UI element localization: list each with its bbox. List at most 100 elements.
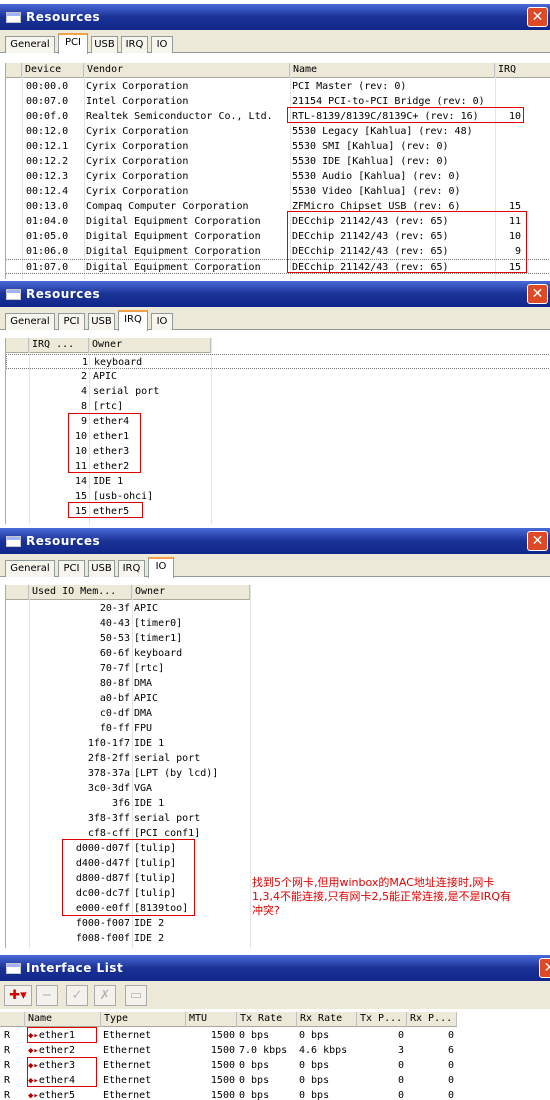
column-header-device[interactable]: Device [22,63,84,78]
table-row[interactable]: 50-53 [timer1] [6,631,550,646]
table-row[interactable]: d400-d47f [tulip] [6,856,550,871]
table-row[interactable]: 15 [usb-ohci] [6,489,550,504]
tab-pci[interactable]: PCI [58,33,88,54]
tab-io[interactable]: IO [151,313,173,330]
table-row[interactable]: f000-f007 IDE 2 [6,916,550,931]
table-row[interactable]: 4 serial port [6,384,550,399]
column-header-irq[interactable]: IRQ [495,63,550,78]
table-row[interactable]: 80-8f DMA [6,676,550,691]
table-row[interactable]: 00:12.1 Cyrix Corporation 5530 SMI [Kahlua… [6,139,550,154]
tab-irq[interactable]: IRQ [118,560,145,577]
table-row[interactable]: 14 IDE 1 [6,474,550,489]
table-row[interactable]: f008-f00f IDE 2 [6,931,550,946]
vendor-cell: Cyrix Corporation [86,81,189,92]
table-row[interactable]: R ◆▸ether5 Ethernet 1500 0 bps 0 bps 0 0 [0,1088,545,1100]
table-row[interactable]: 1 keyboard [6,354,550,369]
close-icon[interactable]: ✕ [539,958,550,978]
column-header-owner[interactable]: Owner [89,338,211,353]
tab-irq[interactable]: IRQ [121,36,148,53]
table-row[interactable]: R ◆▸ether3 Ethernet 1500 0 bps 0 bps 0 0 [0,1058,545,1073]
column-header-io-range[interactable]: Used IO Mem... [29,585,132,600]
table-row[interactable]: 11 ether2 [6,459,550,474]
io-window-titlebar[interactable]: Resources ✕ [0,528,550,554]
tab-general[interactable]: General [5,36,55,53]
table-row[interactable]: 70-7f [rtc] [6,661,550,676]
table-row[interactable]: 01:04.0 Digital Equipment Corporation DECc… [6,214,550,229]
add-icon[interactable]: ✚▾ [4,985,32,1006]
table-row[interactable]: 1f0-1f7 IDE 1 [6,736,550,751]
table-row[interactable]: R ◆▸ether4 Ethernet 1500 0 bps 0 bps 0 0 [0,1073,545,1088]
table-row[interactable]: 3f6 IDE 1 [6,796,550,811]
tab-usb[interactable]: USB [88,560,115,577]
column-header-tx-rate[interactable]: Tx Rate [237,1012,297,1027]
table-row[interactable]: 00:12.3 Cyrix Corporation 5530 Audio [Kahl… [6,169,550,184]
remove-icon[interactable]: − [36,985,58,1006]
irq-window-titlebar[interactable]: Resources ✕ [0,281,550,307]
tab-irq[interactable]: IRQ [118,310,148,331]
column-header-name[interactable]: Name [25,1012,101,1027]
table-row[interactable]: 3c0-3df VGA [6,781,550,796]
owner-cell: [timer0] [134,618,183,629]
close-icon[interactable]: ✕ [527,284,548,304]
table-row[interactable]: 00:00.0 Cyrix Corporation PCI Master (rev:… [6,79,550,94]
tab-usb[interactable]: USB [88,313,115,330]
column-header-mtu[interactable]: MTU [186,1012,237,1027]
table-row[interactable]: 01:05.0 Digital Equipment Corporation DECc… [6,229,550,244]
table-row[interactable]: 10 ether1 [6,429,550,444]
table-row[interactable]: 9 ether4 [6,414,550,429]
tab-general[interactable]: General [5,313,55,330]
table-row[interactable]: 10 ether3 [6,444,550,459]
tab-general[interactable]: General [5,560,55,577]
table-row[interactable]: 00:07.0 Intel Corporation 21154 PCI-to-PCI… [6,94,550,109]
name-cell: 5530 Audio [Kahlua] (rev: 0) [292,171,461,182]
table-row[interactable]: R ◆▸ether2 Ethernet 1500 7.0 kbps 4.6 kbps 3 6 [0,1043,545,1058]
comment-icon[interactable]: ▭ [125,985,147,1006]
column-header-type[interactable]: Type [101,1012,186,1027]
tab-usb[interactable]: USB [91,36,118,53]
owner-cell: serial port [93,386,160,397]
close-icon[interactable]: ✕ [527,7,548,27]
table-row[interactable]: 40-43 [timer0] [6,616,550,631]
table-row[interactable]: c0-df DMA [6,706,550,721]
table-row[interactable]: a0-bf APIC [6,691,550,706]
table-row[interactable]: 3f8-3ff serial port [6,811,550,826]
table-row[interactable]: 15 ether5 [6,504,550,519]
rx-rate-cell: 0 bps [299,1030,330,1041]
tab-pci[interactable]: PCI [58,560,85,577]
table-row[interactable]: 20-3f APIC [6,601,550,616]
column-header-tx-packets[interactable]: Tx P... [357,1012,407,1027]
tab-pci[interactable]: PCI [58,313,85,330]
interface-window-titlebar[interactable]: Interface List ✕ [0,955,550,981]
pci-window-titlebar[interactable]: Resources ✕ [0,4,550,30]
column-header-owner[interactable]: Owner [132,585,250,600]
table-row[interactable]: 2 APIC [6,369,550,384]
column-header-name[interactable]: Name [290,63,495,78]
column-header-vendor[interactable]: Vendor [84,63,290,78]
name-cell: ZFMicro Chipset USB (rev: 6) [292,201,461,212]
column-header-rx-packets[interactable]: Rx P... [407,1012,457,1027]
table-row[interactable]: 00:12.0 Cyrix Corporation 5530 Legacy [Kah… [6,124,550,139]
tab-io[interactable]: IO [151,36,173,53]
table-row[interactable]: 01:06.0 Digital Equipment Corporation DECc… [6,244,550,259]
table-row[interactable]: 00:12.4 Cyrix Corporation 5530 Video [Kahl… [6,184,550,199]
enable-icon[interactable]: ✓ [66,985,88,1006]
table-row[interactable]: f0-ff FPU [6,721,550,736]
table-row[interactable]: R ◆▸ether1 Ethernet 1500 0 bps 0 bps 0 0 [0,1028,545,1043]
table-row[interactable]: 378-37a [LPT (by lcd)] [6,766,550,781]
interface-icon: ◆▸ [28,1031,39,1041]
table-row[interactable]: 8 [rtc] [6,399,550,414]
column-header-irq[interactable]: IRQ ... [29,338,89,353]
disable-icon[interactable]: ✗ [94,985,116,1006]
table-row[interactable]: d000-d07f [tulip] [6,841,550,856]
close-icon[interactable]: ✕ [527,531,548,551]
column-header-rx-rate[interactable]: Rx Rate [297,1012,357,1027]
table-row[interactable]: 01:07.0 Digital Equipment Corporation DECc… [6,259,550,274]
table-row[interactable]: 00:13.0 Compaq Computer Corporation ZFMicr… [6,199,550,214]
tab-io[interactable]: IO [148,557,174,578]
table-row[interactable]: cf8-cff [PCI conf1] [6,826,550,841]
table-row[interactable]: 00:0f.0 Realtek Semiconductor Co., Ltd. RT… [6,109,550,124]
name-cell: ◆▸ether4 [28,1073,100,1088]
table-row[interactable]: 2f8-2ff serial port [6,751,550,766]
table-row[interactable]: 60-6f keyboard [6,646,550,661]
table-row[interactable]: 00:12.2 Cyrix Corporation 5530 IDE [Kahlua… [6,154,550,169]
